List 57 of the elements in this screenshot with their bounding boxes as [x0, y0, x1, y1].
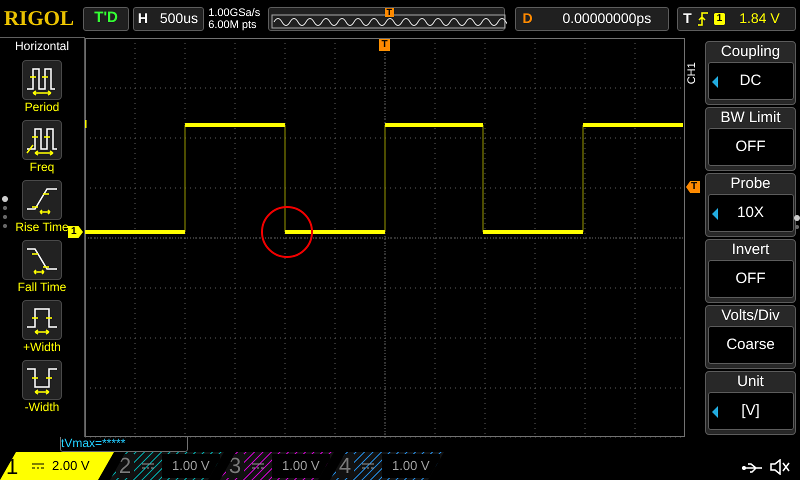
- frequency-icon-button[interactable]: [22, 120, 62, 160]
- timebase-value: 500us: [160, 9, 198, 28]
- channel-scale: 1.00 V: [382, 454, 440, 478]
- fall-edge-icon-button[interactable]: [22, 240, 62, 280]
- trigger-box[interactable]: T 1 1.84 V: [677, 6, 796, 30]
- channel-scale: 2.00 V: [52, 457, 90, 476]
- trigger-position-marker: T: [379, 39, 390, 51]
- dc-coupling-icon: [142, 462, 154, 470]
- delay-label: D: [522, 9, 534, 28]
- measure-label: +Width: [23, 340, 61, 354]
- channel-tab[interactable]: 3 1.00 V: [220, 452, 334, 480]
- channel-scale: 1.00 V: [162, 454, 220, 478]
- positive-pulse-icon-button[interactable]: [22, 300, 62, 340]
- menu-softkey[interactable]: Coupling DC: [705, 41, 796, 105]
- muted-speaker-icon: [770, 459, 790, 475]
- sample-rate: 1.00GSa/s: [208, 6, 262, 18]
- memory-depth: 6.00M pts: [208, 18, 258, 30]
- rising-edge-icon: [698, 12, 708, 26]
- run-state-indicator: T'D: [83, 6, 129, 30]
- channel-number: 2: [116, 454, 134, 478]
- menu-title: Horizontal: [14, 38, 70, 54]
- measure-label: Rise Time: [15, 220, 69, 234]
- measure-label: -Width: [24, 400, 60, 414]
- delay-box[interactable]: D 0.00000000ps: [515, 6, 670, 30]
- period-icon-button[interactable]: [22, 60, 62, 100]
- trigger-level: 1.84 V: [739, 9, 780, 28]
- measure-label: Freq: [30, 160, 54, 174]
- page-dots-icon: [2, 196, 8, 228]
- highlight-circle: [260, 205, 314, 259]
- channel-number: 3: [226, 454, 244, 478]
- dc-coupling-icon: [252, 462, 264, 470]
- trigger-source-badge: 1: [714, 12, 726, 24]
- rise-edge-icon-button[interactable]: [22, 180, 62, 220]
- delay-value: 0.00000000ps: [562, 9, 652, 28]
- trigger-position-marker: T: [384, 8, 394, 16]
- menu-softkey[interactable]: Probe 10X: [705, 173, 796, 237]
- menu-softkey[interactable]: Unit [V]: [705, 371, 796, 435]
- channel-tab[interactable]: 2 1.00 V: [110, 452, 224, 480]
- negative-pulse-icon-button[interactable]: [22, 360, 62, 400]
- usb-icon: [742, 462, 764, 474]
- channel-scale: 1.00 V: [272, 454, 330, 478]
- menu-softkey[interactable]: Volts/Div Coarse: [705, 305, 796, 369]
- dc-coupling-icon: [362, 462, 374, 470]
- trigger-level-marker: T: [686, 181, 700, 193]
- menu-softkey[interactable]: BW Limit OFF: [705, 107, 796, 171]
- measure-label: Period: [24, 100, 60, 114]
- dc-coupling-icon: [32, 462, 44, 470]
- menu-softkey[interactable]: Invert OFF: [705, 239, 796, 303]
- timebase-box[interactable]: H 500us: [132, 6, 204, 30]
- trigger-label: T: [683, 9, 692, 28]
- channel-tab[interactable]: 4 1.00 V: [330, 452, 444, 480]
- measure-label: Fall Time: [18, 280, 66, 294]
- timebase-label: H: [138, 9, 149, 28]
- channel-ground-marker: 1: [68, 226, 83, 238]
- brand-logo: RIGOL: [4, 4, 76, 32]
- channel-number: 4: [336, 454, 354, 478]
- channel-menu-title: CH1: [684, 62, 699, 84]
